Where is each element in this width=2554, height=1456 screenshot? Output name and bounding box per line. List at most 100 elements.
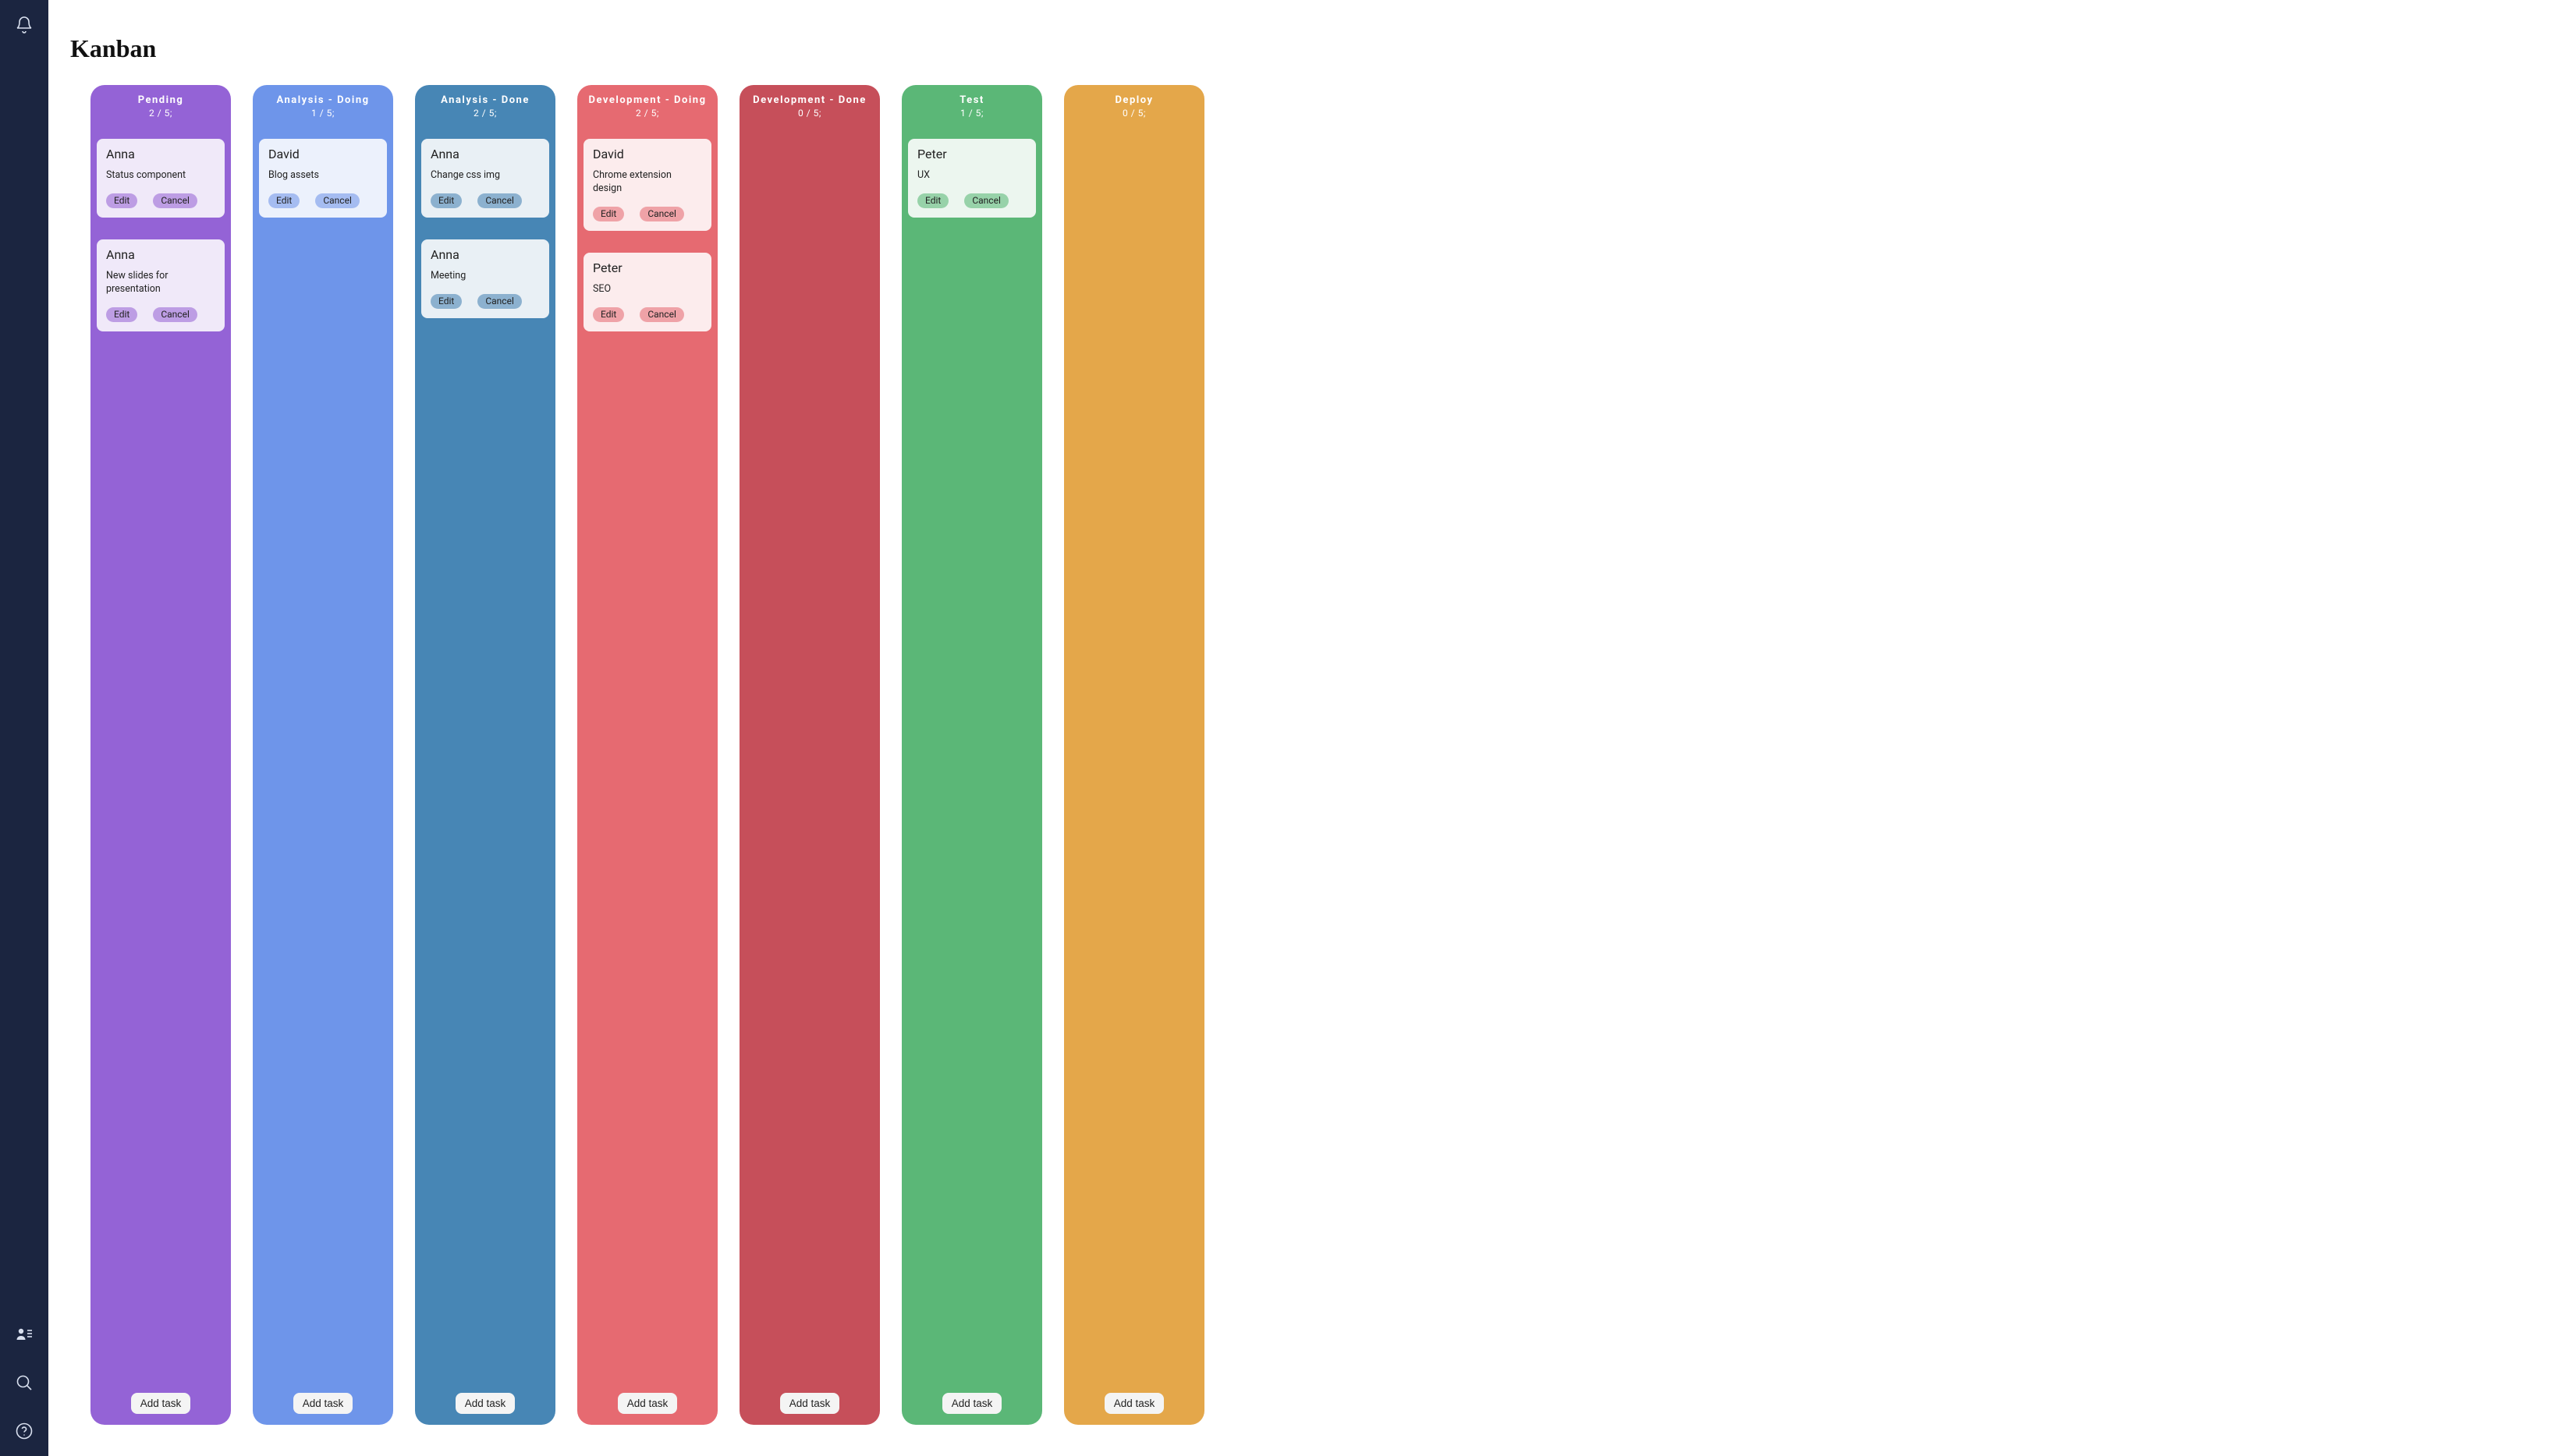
card-description: Status component xyxy=(106,169,215,182)
column-header: Development - Doing 2 / 5; xyxy=(584,94,711,119)
column-header: Development - Done 0 / 5; xyxy=(746,94,874,119)
search-icon[interactable] xyxy=(15,1373,34,1392)
sidebar-top xyxy=(15,16,34,34)
column-title: Analysis - Done xyxy=(421,94,549,106)
card-description: SEO xyxy=(593,283,702,296)
edit-button[interactable]: Edit xyxy=(268,193,300,208)
add-task-button[interactable]: Add task xyxy=(618,1393,678,1414)
task-card[interactable]: AnnaNew slides for presentationEditCance… xyxy=(97,239,225,331)
cancel-button[interactable]: Cancel xyxy=(153,307,197,322)
edit-button[interactable]: Edit xyxy=(431,193,462,208)
card-actions: Edit Cancel xyxy=(917,193,1027,208)
person-list-icon[interactable] xyxy=(15,1325,34,1344)
column-analysis-doing: Analysis - Doing 1 / 5; David Blog assets Ed… xyxy=(253,85,393,1425)
edit-button[interactable]: Edit xyxy=(593,207,624,221)
cancel-button[interactable]: Cancel xyxy=(153,193,197,208)
card-description: Meeting xyxy=(431,270,540,283)
column-dev-doing: Development - Doing 2 / 5; David Chrome ext… xyxy=(577,85,718,1425)
column-header: Analysis - Doing 1 / 5; xyxy=(259,94,387,119)
add-task-row: Add task xyxy=(97,1393,225,1414)
edit-button[interactable]: Edit xyxy=(106,307,137,322)
card-actions: Edit Cancel xyxy=(106,193,215,208)
card-description: UX xyxy=(917,169,1027,182)
add-task-button[interactable]: Add task xyxy=(780,1393,840,1414)
column-title: Deploy xyxy=(1070,94,1198,106)
card-actions: Edit Cancel xyxy=(431,294,540,309)
card-description: Blog assets xyxy=(268,169,378,182)
cards-container: AnnaChange css imgEditCancelAnnaMeetingE… xyxy=(421,139,549,1382)
sidebar-bottom xyxy=(15,1325,34,1440)
edit-button[interactable]: Edit xyxy=(917,193,949,208)
cards-container xyxy=(1070,139,1198,1382)
cancel-button[interactable]: Cancel xyxy=(640,307,684,322)
cancel-button[interactable]: Cancel xyxy=(315,193,360,208)
cancel-button[interactable]: Cancel xyxy=(964,193,1009,208)
cancel-button[interactable]: Cancel xyxy=(640,207,684,221)
cards-container: PeterUXEditCancel xyxy=(908,139,1036,1382)
main: Kanban Pending 2 / 5; Anna Status component… xyxy=(48,0,2554,1456)
task-card[interactable]: PeterUXEditCancel xyxy=(908,139,1036,218)
column-count: 1 / 5; xyxy=(908,108,1036,119)
column-title: Development - Doing xyxy=(584,94,711,106)
card-user: David xyxy=(268,147,378,161)
add-task-row: Add task xyxy=(908,1393,1036,1414)
edit-button[interactable]: Edit xyxy=(106,193,137,208)
column-count: 1 / 5; xyxy=(259,108,387,119)
add-task-button[interactable]: Add task xyxy=(942,1393,1002,1414)
card-actions: Edit Cancel xyxy=(431,193,540,208)
column-title: Development - Done xyxy=(746,94,874,106)
column-count: 0 / 5; xyxy=(746,108,874,119)
edit-button[interactable]: Edit xyxy=(593,307,624,322)
task-card[interactable]: David Blog assets Edit Cancel xyxy=(259,139,387,218)
page-title: Kanban xyxy=(70,34,2538,63)
cancel-button[interactable]: Cancel xyxy=(477,193,522,208)
card-actions: Edit Cancel xyxy=(268,193,378,208)
kanban-board: Pending 2 / 5; Anna Status component Edit Can… xyxy=(70,85,2538,1433)
column-title: Pending xyxy=(97,94,225,106)
card-user: David xyxy=(593,147,702,161)
card-description: Chrome extension design xyxy=(593,169,702,196)
add-task-row: Add task xyxy=(259,1393,387,1414)
task-card[interactable]: Peter SEO Edit Cancel xyxy=(584,253,711,331)
task-card[interactable]: AnnaChange css imgEditCancel xyxy=(421,139,549,218)
add-task-button[interactable]: Add task xyxy=(293,1393,353,1414)
card-actions: Edit Cancel xyxy=(593,307,702,322)
column-deploy: Deploy 0 / 5; Add task xyxy=(1064,85,1204,1425)
cards-container: David Blog assets Edit Cancel xyxy=(259,139,387,1382)
edit-button[interactable]: Edit xyxy=(431,294,462,309)
column-header: Deploy 0 / 5; xyxy=(1070,94,1198,119)
column-header: Analysis - Done 2 / 5; xyxy=(421,94,549,119)
column-header: Pending 2 / 5; xyxy=(97,94,225,119)
column-count: 2 / 5; xyxy=(421,108,549,119)
column-test: Test1 / 5;PeterUXEditCancelAdd task xyxy=(902,85,1042,1425)
add-task-row: Add task xyxy=(421,1393,549,1414)
card-user: Peter xyxy=(593,260,702,275)
card-actions: Edit Cancel xyxy=(593,207,702,221)
card-user: Anna xyxy=(431,247,540,262)
column-title: Analysis - Doing xyxy=(259,94,387,106)
add-task-row: Add task xyxy=(1070,1393,1198,1414)
task-card[interactable]: David Chrome extension design Edit Cancel xyxy=(584,139,711,231)
bell-icon[interactable] xyxy=(15,16,34,34)
column-title: Test xyxy=(908,94,1036,106)
cards-container: DavidChrome extension designEditCancelPe… xyxy=(584,139,711,1382)
column-header: Test 1 / 5; xyxy=(908,94,1036,119)
card-actions: Edit Cancel xyxy=(106,307,215,322)
cards-container: AnnaStatus componentEditCancelAnnaNew sl… xyxy=(97,139,225,1382)
sidebar xyxy=(0,0,48,1456)
cancel-button[interactable]: Cancel xyxy=(477,294,522,309)
add-task-button[interactable]: Add task xyxy=(131,1393,191,1414)
add-task-button[interactable]: Add task xyxy=(456,1393,516,1414)
column-pending: Pending 2 / 5; Anna Status component Edit Can… xyxy=(90,85,231,1425)
add-task-row: Add task xyxy=(746,1393,874,1414)
task-card[interactable]: Anna Meeting Edit Cancel xyxy=(421,239,549,318)
column-analysis-done: Analysis - Done2 / 5;AnnaChange css imgE… xyxy=(415,85,555,1425)
column-count: 0 / 5; xyxy=(1070,108,1198,119)
card-user: Anna xyxy=(106,147,215,161)
column-count: 2 / 5; xyxy=(97,108,225,119)
help-icon[interactable] xyxy=(15,1422,34,1440)
task-card[interactable]: Anna Status component Edit Cancel xyxy=(97,139,225,218)
cards-container xyxy=(746,139,874,1382)
add-task-button[interactable]: Add task xyxy=(1105,1393,1165,1414)
column-count: 2 / 5; xyxy=(584,108,711,119)
